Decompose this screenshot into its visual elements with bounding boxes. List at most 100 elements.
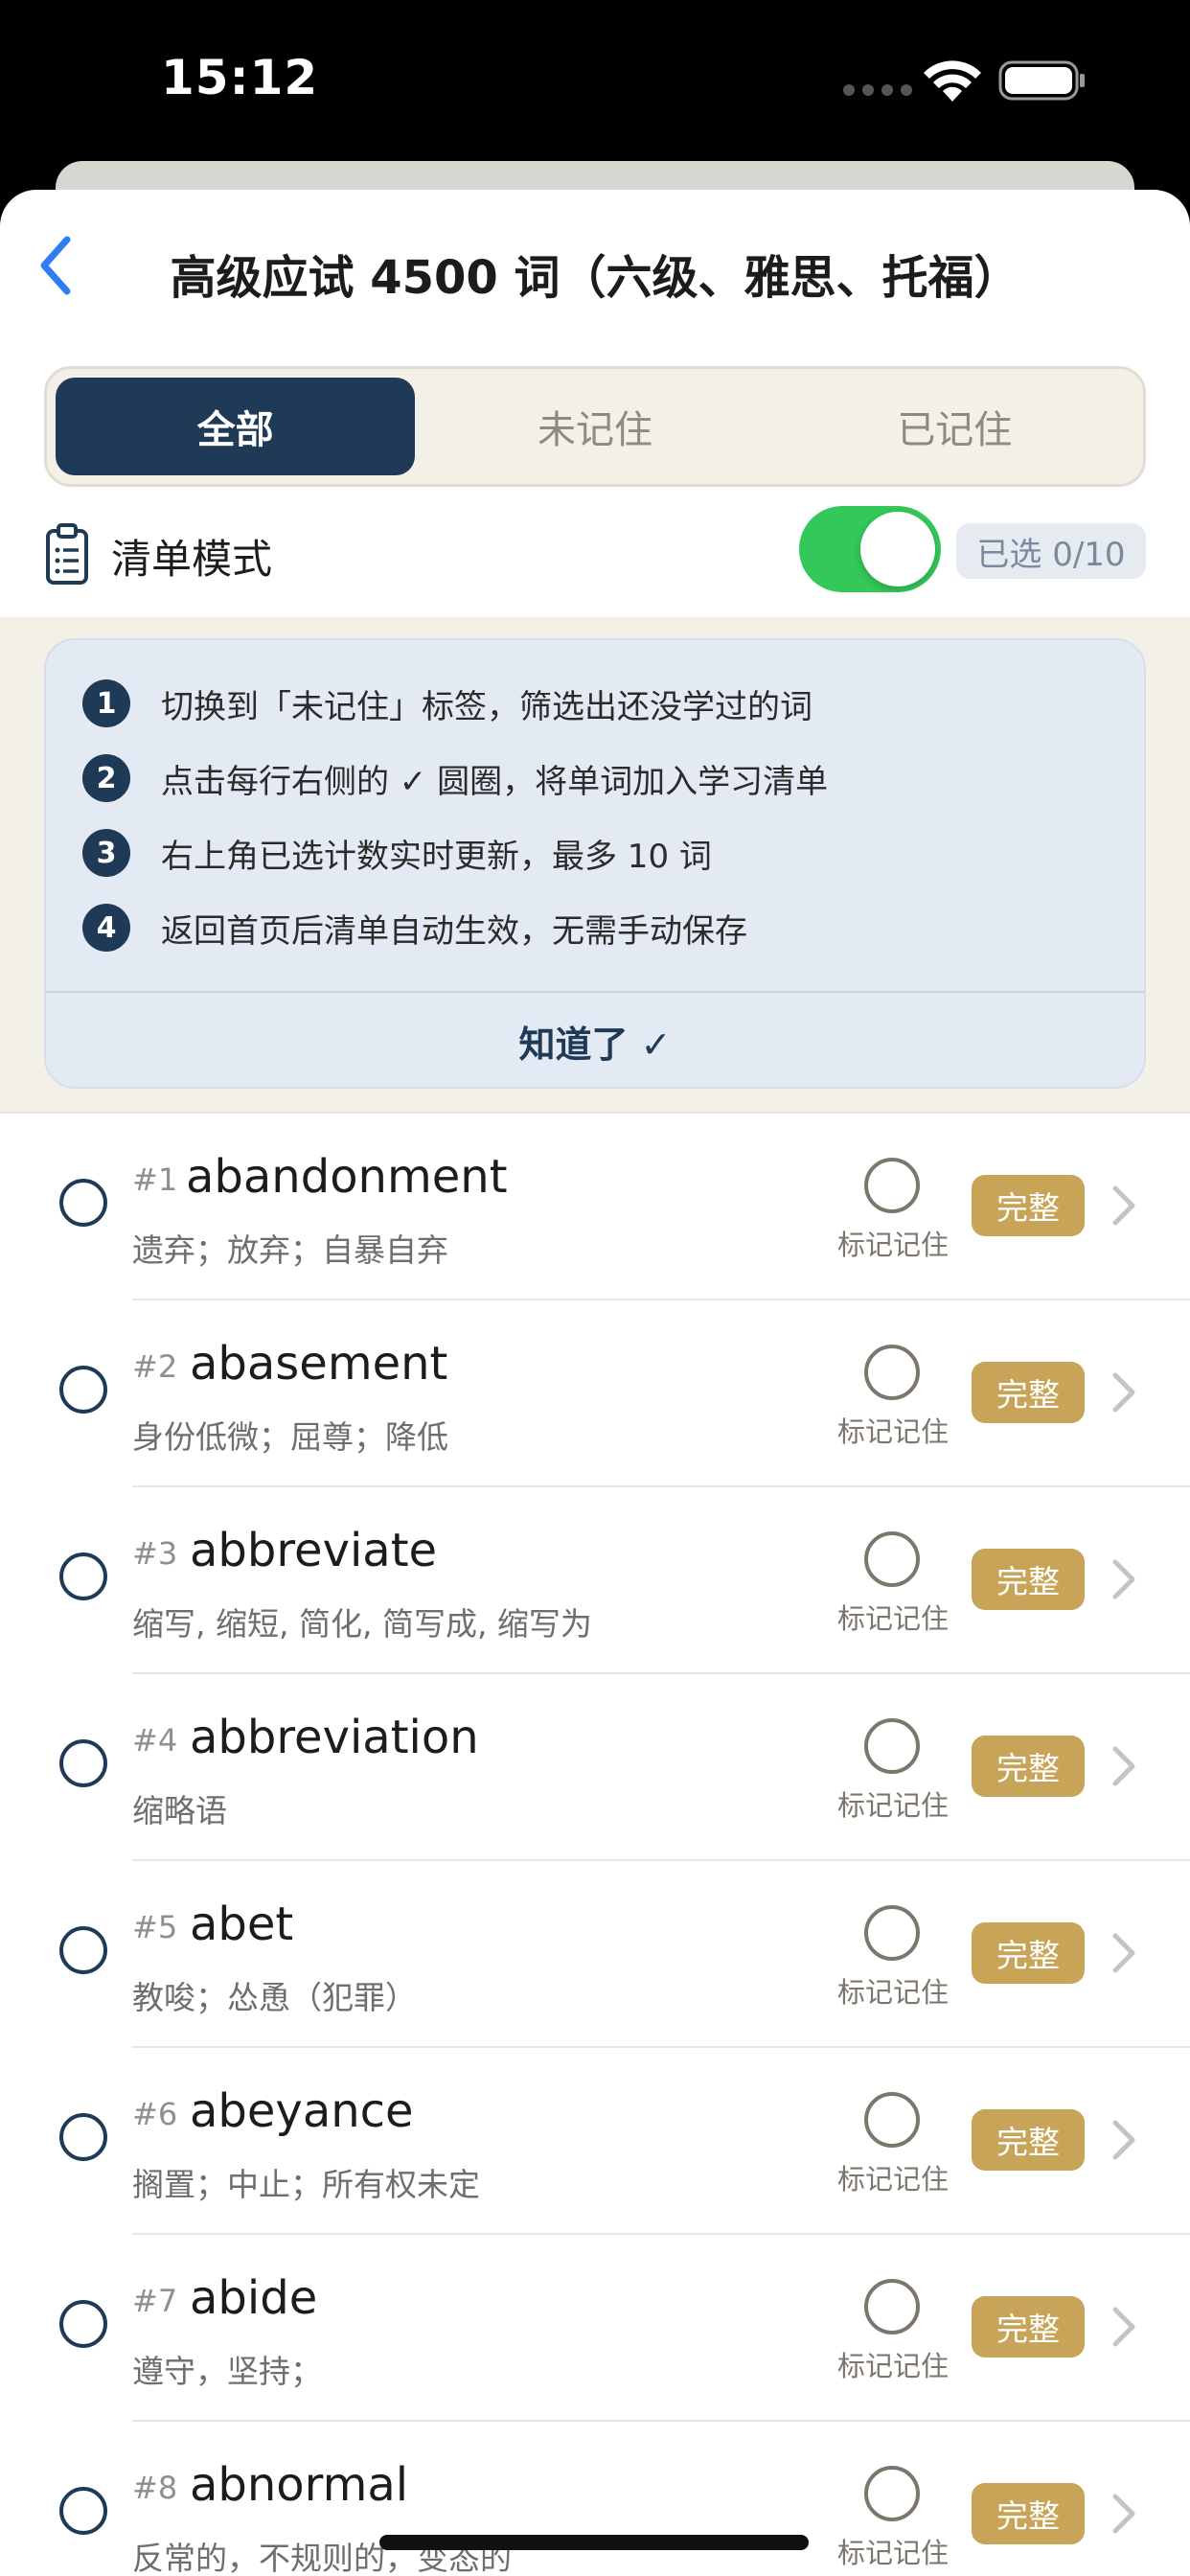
word-row[interactable]: #6 abeyance 搁置；中止；所有权未定 标记记住 完整 — [0, 2048, 1190, 2235]
word-meaning: 缩写, 缩短, 简化, 简写成, 缩写为 — [132, 1605, 592, 1643]
word-text: abeyance — [190, 2084, 414, 2138]
word-index: #4 — [132, 1722, 178, 1759]
mark-memorized-label: 标记记住 — [836, 1229, 949, 1261]
chevron-right-icon[interactable] — [1110, 1743, 1138, 1789]
select-circle[interactable] — [59, 1179, 107, 1227]
word-meaning: 身份低微；屈尊；降低 — [132, 1418, 448, 1456]
chevron-right-icon[interactable] — [1110, 1556, 1138, 1602]
word-text: abbreviation — [190, 1711, 479, 1764]
mark-memorized-label: 标记记住 — [836, 2163, 949, 2196]
mark-memorized-label: 标记记住 — [836, 1789, 949, 1822]
selected-count-badge: 已选 0/10 — [956, 523, 1146, 579]
tab-all[interactable]: 全部 — [56, 378, 416, 475]
complete-badge: 完整 — [972, 1362, 1085, 1423]
chevron-right-icon[interactable] — [1110, 1183, 1138, 1229]
word-row[interactable]: #4 abbreviation 缩略语 标记记住 完整 — [0, 1674, 1190, 1861]
tip-number: 2 — [82, 754, 130, 802]
word-row[interactable]: #1 abandonment 遗弃；放弃；自暴自弃 标记记住 完整 — [0, 1114, 1190, 1300]
tab-not-memorized[interactable]: 未记住 — [415, 378, 774, 475]
word-index: #5 — [132, 1909, 178, 1945]
chevron-right-icon[interactable] — [1110, 2117, 1138, 2163]
tip-number: 1 — [82, 679, 130, 727]
select-circle[interactable] — [59, 2487, 107, 2535]
word-row[interactable]: #2 abasement 身份低微；屈尊；降低 标记记住 完整 — [0, 1300, 1190, 1487]
mark-memorized-label: 标记记住 — [836, 1976, 949, 2009]
word-text: abbreviate — [190, 1524, 438, 1577]
word-meaning: 遵守，坚持； — [132, 2353, 322, 2390]
chevron-right-icon[interactable] — [1110, 2304, 1138, 2350]
word-text: abnormal — [190, 2458, 409, 2512]
mark-memorized-circle[interactable] — [864, 2092, 920, 2148]
word-list-sheet: 高级应试 4500 词（六级、雅思、托福） 全部 未记住 已记住 清单模式 已选… — [0, 190, 1190, 2576]
mark-memorized-label: 标记记住 — [836, 1415, 949, 1448]
wifi-icon — [924, 60, 981, 102]
tip-text: 点击每行右侧的 ✓ 圆圈，将单词加入学习清单 — [161, 762, 829, 801]
chevron-right-icon[interactable] — [1110, 1369, 1138, 1415]
complete-badge: 完整 — [972, 2296, 1085, 2358]
toggle-knob — [860, 512, 935, 586]
list-mode-label: 清单模式 — [111, 536, 273, 583]
tips-card: 1 切换到「未记住」标签，筛选出还没学过的词 2 点击每行右侧的 ✓ 圆圈，将单… — [44, 638, 1146, 1089]
screen: 15:12 高级应试 4500 词（六级、雅思、托福） 全部 未记住 已记住 清… — [0, 0, 1190, 2576]
tip-item: 1 切换到「未记住」标签，筛选出还没学过的词 — [82, 675, 812, 732]
chevron-right-icon[interactable] — [1110, 1930, 1138, 1976]
chevron-left-icon — [40, 236, 71, 295]
word-text: abasement — [190, 1337, 448, 1391]
complete-badge: 完整 — [972, 2483, 1085, 2544]
complete-badge: 完整 — [972, 1922, 1085, 1984]
mark-memorized-circle[interactable] — [864, 1718, 920, 1774]
tip-item: 2 点击每行右侧的 ✓ 圆圈，将单词加入学习清单 — [82, 749, 828, 807]
word-row[interactable]: #8 abnormal 反常的，不规则的，变态的 标记记住 完整 — [0, 2422, 1190, 2576]
word-index: #7 — [132, 2283, 178, 2319]
word-row[interactable]: #5 abet 教唆；怂恿（犯罪） 标记记住 完整 — [0, 1861, 1190, 2048]
complete-badge: 完整 — [972, 1175, 1085, 1236]
filter-segmented-control: 全部 未记住 已记住 — [44, 366, 1146, 487]
chevron-right-icon[interactable] — [1110, 2491, 1138, 2537]
word-row[interactable]: #3 abbreviate 缩写, 缩短, 简化, 简写成, 缩写为 标记记住 … — [0, 1487, 1190, 1674]
word-index: #3 — [132, 1535, 178, 1572]
mark-memorized-circle[interactable] — [864, 2466, 920, 2521]
battery-icon — [998, 60, 1085, 101]
word-index: #6 — [132, 2096, 178, 2132]
select-circle[interactable] — [59, 1366, 107, 1414]
word-meaning: 教唆；怂恿（犯罪） — [132, 1979, 417, 2016]
mark-memorized-circle[interactable] — [864, 2279, 920, 2334]
tip-number: 4 — [82, 904, 130, 952]
tip-number: 3 — [82, 829, 130, 877]
word-meaning: 遗弃；放弃；自暴自弃 — [132, 1231, 448, 1269]
tip-item: 4 返回首页后清单自动生效，无需手动保存 — [82, 899, 747, 956]
word-list: #1 abandonment 遗弃；放弃；自暴自弃 标记记住 完整 #2 aba… — [0, 1114, 1190, 2576]
word-meaning: 搁置；中止；所有权未定 — [132, 2166, 480, 2203]
tip-text: 返回首页后清单自动生效，无需手动保存 — [161, 911, 747, 951]
status-bar: 15:12 — [0, 0, 1190, 163]
select-circle[interactable] — [59, 2300, 107, 2348]
mark-memorized-circle[interactable] — [864, 1905, 920, 1961]
tab-memorized[interactable]: 已记住 — [775, 378, 1134, 475]
select-circle[interactable] — [59, 2113, 107, 2161]
mark-memorized-circle[interactable] — [864, 1531, 920, 1587]
complete-badge: 完整 — [972, 2109, 1085, 2171]
tip-item: 3 右上角已选计数实时更新，最多 10 词 — [82, 824, 712, 882]
word-index: #2 — [132, 1348, 178, 1385]
mark-memorized-circle[interactable] — [864, 1158, 920, 1213]
word-index: #8 — [132, 2470, 178, 2506]
nav-bar: 高级应试 4500 词（六级、雅思、托福） — [0, 190, 1190, 343]
mark-memorized-label: 标记记住 — [836, 2537, 949, 2569]
tip-text: 切换到「未记住」标签，筛选出还没学过的词 — [161, 687, 812, 726]
select-circle[interactable] — [59, 1552, 107, 1600]
select-circle[interactable] — [59, 1926, 107, 1974]
word-row[interactable]: #7 abide 遵守，坚持； 标记记住 完整 — [0, 2235, 1190, 2422]
mark-memorized-label: 标记记住 — [836, 2350, 949, 2382]
word-text: abandonment — [186, 1150, 508, 1204]
word-meaning: 缩略语 — [132, 1792, 227, 1829]
page-title: 高级应试 4500 词（六级、雅思、托福） — [170, 251, 1020, 305]
back-button[interactable] — [27, 230, 84, 301]
got-it-button[interactable]: 知道了 ✓ — [46, 993, 1144, 1087]
home-indicator[interactable] — [379, 2535, 809, 2550]
mark-memorized-circle[interactable] — [864, 1345, 920, 1400]
word-text: abet — [190, 1898, 294, 1951]
mark-memorized-label: 标记记住 — [836, 1602, 949, 1635]
word-index: #1 — [132, 1162, 178, 1198]
list-mode-toggle[interactable] — [799, 506, 941, 592]
select-circle[interactable] — [59, 1739, 107, 1787]
